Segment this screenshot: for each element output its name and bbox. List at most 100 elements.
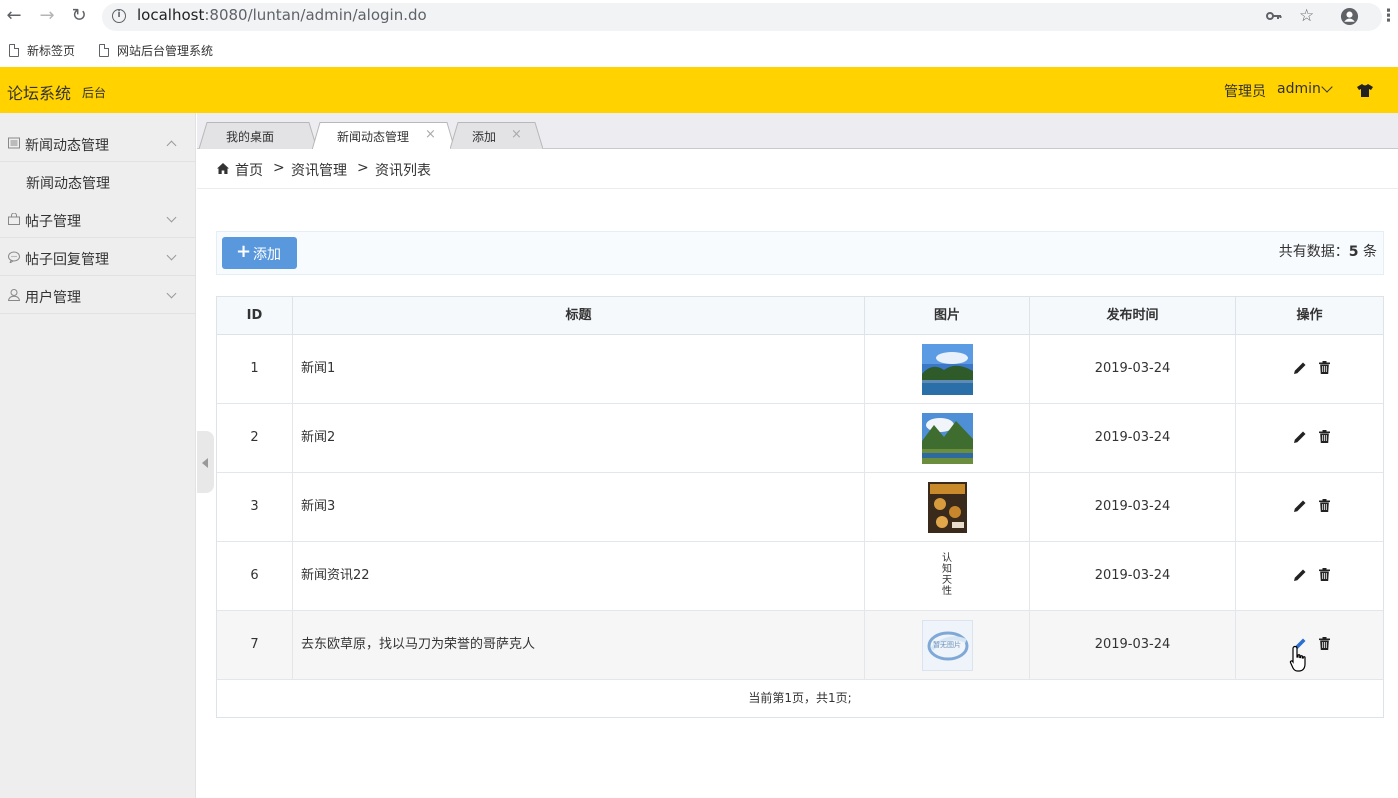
- table-row: 7 去东欧草原，找以马刀为荣誉的哥萨克人 暂无图片 2019-03-24: [217, 611, 1383, 680]
- plus-icon: +: [236, 241, 252, 262]
- sidebar-item-label: 用户管理: [25, 290, 81, 306]
- add-button[interactable]: + 添加: [222, 237, 297, 269]
- column-header-title: 标题: [293, 297, 865, 334]
- url-text[interactable]: localhost:8080/luntan/admin/alogin.do: [137, 6, 427, 24]
- sidebar-item-label: 帖子回复管理: [25, 252, 109, 268]
- home-icon: [217, 163, 229, 174]
- sidebar-item-posts[interactable]: 帖子管理: [0, 200, 196, 238]
- trash-icon[interactable]: [1319, 637, 1330, 650]
- thumb-caption: 认知天性: [942, 553, 952, 597]
- total-count: 共有数据：5 条: [1278, 244, 1377, 260]
- bookmark-new-tab[interactable]: 新标签页: [9, 42, 75, 59]
- tab-label: 我的桌面: [226, 130, 275, 144]
- more-menu-icon[interactable]: ⋮: [1380, 6, 1397, 26]
- site-info-icon[interactable]: i: [112, 9, 126, 23]
- chevron-down-icon: [166, 212, 177, 223]
- cell-date: 2019-03-24: [1030, 404, 1236, 472]
- cell-title: 新闻3: [293, 473, 865, 541]
- chat-bubble-icon: [8, 251, 20, 263]
- news-table: ID 标题 图片 发布时间 操作 1 新闻1 2019-03-24 2 新闻2: [216, 296, 1384, 718]
- cell-image: 暂无图片: [865, 611, 1030, 679]
- app-header: 论坛系统 后台 管理员 admin: [0, 67, 1398, 113]
- app-logo-sub: 后台: [82, 86, 107, 100]
- close-icon[interactable]: ×: [511, 127, 522, 142]
- cell-image: [865, 473, 1030, 541]
- browser-toolbar: ← → ↻ i localhost:8080/luntan/admin/alog…: [0, 0, 1398, 34]
- back-arrow-icon[interactable]: ←: [3, 4, 25, 28]
- trash-icon[interactable]: [1319, 430, 1330, 443]
- table-row: 2 新闻2 2019-03-24: [217, 404, 1383, 473]
- trash-icon[interactable]: [1319, 568, 1330, 581]
- tab-bar: 我的桌面 新闻动态管理 × 添加 ×: [197, 113, 1398, 150]
- table-row: 3 新闻3 2019-03-24: [217, 473, 1383, 542]
- lake-landscape-thumb[interactable]: [922, 344, 973, 395]
- sidebar-item-news[interactable]: 新闻动态管理: [0, 124, 196, 162]
- cell-title: 去东欧草原，找以马刀为荣誉的哥萨克人: [293, 611, 865, 679]
- column-header-id: ID: [217, 297, 293, 334]
- chevron-up-icon: [166, 140, 177, 151]
- mountain-river-thumb[interactable]: [922, 413, 973, 464]
- book-cover-thumb[interactable]: [922, 482, 973, 533]
- sidebar-subitem-news[interactable]: 新闻动态管理: [0, 162, 196, 200]
- edit-pencil-icon[interactable]: [1293, 568, 1307, 582]
- app-logo[interactable]: 论坛系统: [7, 80, 71, 104]
- cell-date: 2019-03-24: [1030, 335, 1236, 403]
- add-button-label: 添加: [253, 247, 281, 263]
- page-icon: [9, 44, 19, 57]
- calligraphy-thumb[interactable]: 认知天性: [922, 551, 973, 602]
- breadcrumb-level2: 资讯列表: [375, 163, 431, 179]
- shirt-icon[interactable]: [1357, 84, 1373, 97]
- trash-icon[interactable]: [1319, 361, 1330, 374]
- bookmarks-bar: 新标签页 网站后台管理系统: [0, 34, 1398, 67]
- cell-image: 认知天性: [865, 542, 1030, 610]
- cell-id: 3: [217, 473, 293, 541]
- key-icon[interactable]: [1266, 10, 1282, 22]
- breadcrumb-home[interactable]: 首页: [235, 160, 263, 180]
- breadcrumb: 首页 > 资讯管理 > 资讯列表: [197, 149, 1398, 189]
- cell-title: 新闻资讯22: [293, 542, 865, 610]
- page-icon: [99, 44, 109, 57]
- chevron-down-icon[interactable]: [1321, 81, 1333, 93]
- account-icon[interactable]: [1340, 7, 1359, 26]
- cell-actions: [1236, 611, 1383, 679]
- cell-title: 新闻1: [293, 335, 865, 403]
- cell-id: 2: [217, 404, 293, 472]
- pagination-info: 当前第1页，共1页;: [748, 691, 852, 705]
- tab-add[interactable]: 添加 ×: [450, 122, 543, 149]
- close-icon[interactable]: ×: [425, 127, 436, 142]
- bookmark-admin-site[interactable]: 网站后台管理系统: [99, 42, 213, 59]
- breadcrumb-level1[interactable]: 资讯管理: [291, 160, 347, 180]
- sidebar-subitem-label: 新闻动态管理: [26, 176, 110, 192]
- cell-actions: [1236, 335, 1383, 403]
- reload-icon[interactable]: ↻: [68, 4, 90, 28]
- trash-icon[interactable]: [1319, 499, 1330, 512]
- user-menu[interactable]: admin: [1277, 81, 1321, 97]
- column-header-actions: 操作: [1296, 308, 1323, 323]
- placeholder-logo-thumb[interactable]: 暂无图片: [922, 620, 973, 671]
- sidebar-item-label: 新闻动态管理: [25, 138, 109, 154]
- breadcrumb-separator: >: [357, 160, 369, 176]
- cell-image: [865, 335, 1030, 403]
- star-bookmark-icon[interactable]: ☆: [1299, 6, 1314, 26]
- user-icon: [8, 289, 20, 301]
- edit-pencil-icon[interactable]: [1293, 361, 1307, 375]
- tab-desktop[interactable]: 我的桌面: [199, 122, 317, 149]
- cell-actions: [1236, 542, 1383, 610]
- sidebar-item-replies[interactable]: 帖子回复管理: [0, 238, 196, 276]
- user-role-label: 管理员: [1224, 84, 1266, 100]
- tab-news-management[interactable]: 新闻动态管理 ×: [312, 122, 455, 150]
- hand-cursor-icon: [1289, 645, 1306, 672]
- cell-id: 1: [217, 335, 293, 403]
- edit-pencil-icon[interactable]: [1293, 499, 1307, 513]
- chevron-down-icon: [166, 250, 177, 261]
- chevron-down-icon: [166, 288, 177, 299]
- sidebar-collapse-handle[interactable]: [197, 431, 214, 493]
- cell-actions: [1236, 473, 1383, 541]
- forward-arrow-icon[interactable]: →: [36, 4, 58, 28]
- sidebar-item-users[interactable]: 用户管理: [0, 276, 196, 314]
- edit-pencil-icon[interactable]: [1293, 430, 1307, 444]
- list-toolbar: + 添加 共有数据：5 条: [216, 231, 1384, 275]
- tab-label: 新闻动态管理: [337, 130, 410, 144]
- table-header: ID 标题 图片 发布时间 操作: [217, 297, 1383, 335]
- cell-title: 新闻2: [293, 404, 865, 472]
